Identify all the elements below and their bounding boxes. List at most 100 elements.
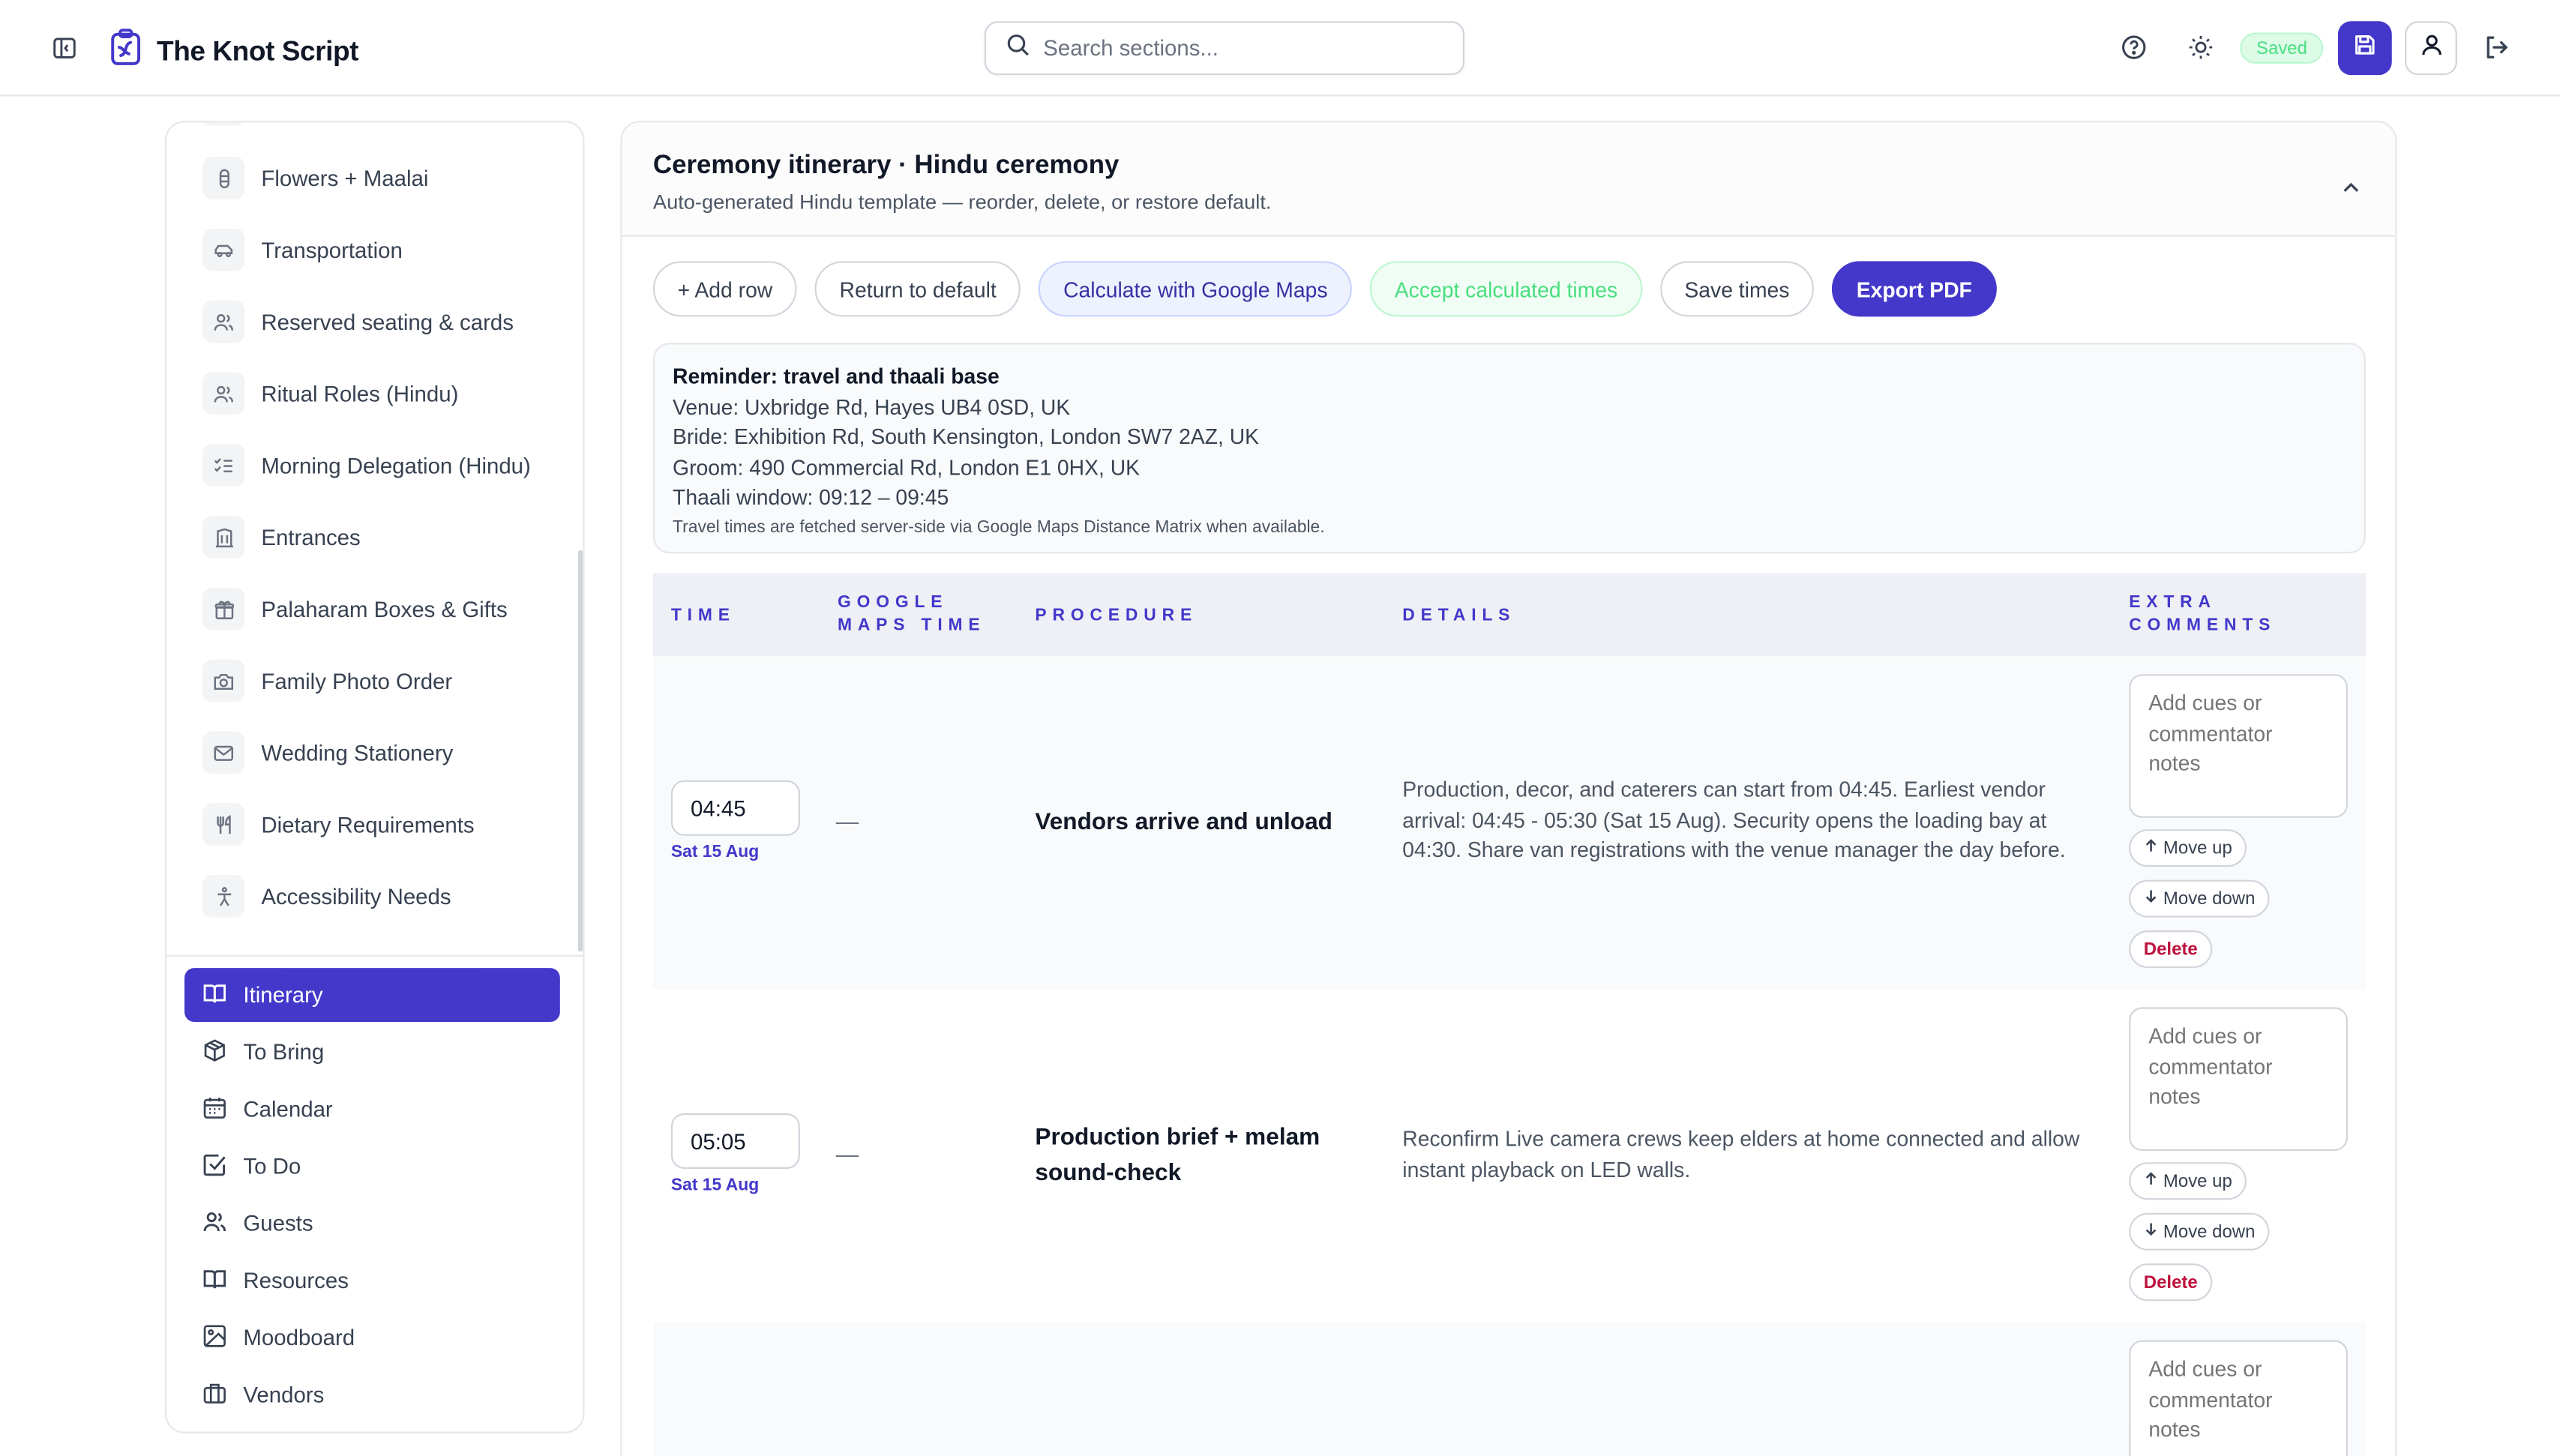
sidebar: Flowers + Maalai Transportation Reserved… [164, 121, 585, 1434]
chevron-up-icon[interactable] [2341, 173, 2361, 202]
nav-label: Resources [243, 1268, 349, 1293]
nav-guests[interactable]: Guests [184, 1197, 560, 1251]
nav-itinerary[interactable]: Itinerary [184, 968, 560, 1022]
reminder-note: Travel times are fetched server-side via… [673, 517, 1325, 538]
page-title: Ceremony itinerary · Hindu ceremony [652, 151, 1120, 180]
table-header: TIME GOOGLE MAPS TIME PROCEDURE DETAILS … [652, 573, 2366, 657]
accept-calculated-times-button[interactable]: Accept calculated times [1370, 261, 1642, 317]
sidebar-item-flowers[interactable]: Flowers + Maalai [202, 151, 428, 204]
time-date: Sat 15 Aug [670, 842, 760, 862]
sidebar-item-label: Accessibility Needs [261, 884, 451, 909]
sidebar-item-morning-delegation[interactable]: Morning Delegation (Hindu) [202, 439, 531, 492]
add-row-button[interactable]: + Add row [652, 261, 797, 317]
column-header-maps-line2: MAPS TIME [837, 615, 986, 635]
sidebar-item-dietary[interactable]: Dietary Requirements [202, 798, 475, 851]
reminder-bride: Bride: Exhibition Rd, South Kensington, … [673, 424, 1260, 450]
move-up-label: Move up [2163, 838, 2232, 858]
nav-resources[interactable]: Resources [184, 1254, 560, 1308]
sidebar-toggle-icon[interactable] [49, 33, 78, 62]
delete-row-button[interactable]: Delete [2129, 930, 2213, 969]
nav-label: Itinerary [243, 982, 323, 1008]
save-icon [2352, 31, 2377, 64]
reminder-thaali-window: Thaali window: 09:12 – 09:45 [673, 484, 949, 510]
calculate-google-maps-button[interactable]: Calculate with Google Maps [1039, 261, 1353, 317]
procedure-name: Vendors arrive and unload [1035, 809, 1332, 836]
flower-icon [202, 157, 245, 199]
sidebar-item-palaharam[interactable]: Palaharam Boxes & Gifts [202, 583, 508, 635]
procedure-details: Production, decor, and caterers can star… [1402, 777, 2066, 862]
nav-label: Vendors [243, 1383, 325, 1407]
arrow-down-icon [2144, 888, 2159, 909]
top-bar: The Knot Script Saved [0, 0, 2560, 97]
time-input[interactable]: 05:05 [670, 1113, 800, 1169]
move-down-button[interactable]: Move down [2129, 1212, 2271, 1251]
nav-moodboard[interactable]: Moodboard [184, 1311, 560, 1365]
nav-to-do[interactable]: To Do [184, 1140, 560, 1194]
nav-calendar[interactable]: Calendar [184, 1083, 560, 1137]
sidebar-item-label: Entrances [261, 525, 361, 550]
nav-label: To Bring [243, 1039, 325, 1065]
reminder-venue: Venue: Uxbridge Rd, Hayes UB4 0SD, UK [673, 394, 1071, 420]
search-input[interactable] [1043, 35, 1435, 61]
user-button[interactable] [2405, 21, 2457, 76]
sidebar-item-entrances[interactable]: Entrances [202, 511, 361, 563]
partial-section-item [202, 122, 245, 126]
search-bar[interactable] [984, 21, 1465, 76]
comment-input[interactable] [2129, 1007, 2348, 1151]
nav-label: Calendar [243, 1097, 333, 1122]
sidebar-item-ritual-roles[interactable]: Ritual Roles (Hindu) [202, 367, 458, 420]
sidebar-item-label: Reserved seating & cards [261, 309, 514, 334]
users-icon [202, 300, 245, 343]
nav-to-bring[interactable]: To Bring [184, 1025, 560, 1079]
save-button[interactable] [2337, 21, 2392, 76]
move-up-button[interactable]: Move up [2129, 1162, 2247, 1200]
column-header-details: DETAILS [1402, 605, 1516, 625]
save-times-button[interactable]: Save times [1659, 261, 1815, 317]
brand[interactable]: The Knot Script [108, 28, 358, 75]
move-down-button[interactable]: Move down [2129, 879, 2271, 918]
theme-toggle-icon[interactable] [2186, 33, 2215, 62]
sidebar-item-reserved-seating[interactable]: Reserved seating & cards [202, 295, 514, 348]
book-open-icon [202, 980, 227, 1009]
table-row [652, 1322, 2366, 1456]
move-up-label: Move up [2163, 1171, 2232, 1191]
calendar-icon [202, 1095, 227, 1124]
sections-list[interactable]: Flowers + Maalai Transportation Reserved… [166, 122, 583, 954]
package-icon [202, 1038, 227, 1067]
column-header-comments-line2: COMMENTS [2129, 615, 2277, 635]
nav-vendors[interactable]: Vendors [184, 1368, 560, 1422]
logo-icon [108, 28, 144, 75]
arrow-up-icon [2144, 837, 2159, 858]
briefcase-icon [202, 1380, 227, 1410]
time-input[interactable]: 04:45 [670, 780, 800, 836]
check-square-icon [202, 1152, 227, 1181]
comment-input[interactable] [2129, 1340, 2348, 1456]
sidebar-item-label: Morning Delegation (Hindu) [261, 453, 531, 478]
sidebar-item-label: Wedding Stationery [261, 740, 454, 765]
card-header[interactable]: Ceremony itinerary · Hindu ceremony Auto… [622, 122, 2396, 237]
delete-row-button[interactable]: Delete [2129, 1263, 2213, 1302]
help-icon[interactable] [2119, 33, 2148, 62]
sidebar-scrollbar[interactable] [577, 550, 583, 952]
comment-input[interactable] [2129, 674, 2348, 818]
maps-time-value: — [835, 1140, 859, 1167]
car-icon [202, 228, 245, 271]
user-icon [2419, 31, 2444, 64]
return-to-default-button[interactable]: Return to default [814, 261, 1021, 317]
sidebar-item-transportation[interactable]: Transportation [202, 223, 403, 276]
sidebar-item-label: Flowers + Maalai [261, 165, 429, 190]
table-row: 04:45 Sat 15 Aug — Vendors arrive and un… [652, 656, 2366, 990]
export-pdf-button[interactable]: Export PDF [1832, 261, 1997, 317]
itinerary-toolbar: + Add row Return to default Calculate wi… [652, 261, 1997, 317]
move-up-button[interactable]: Move up [2129, 829, 2247, 867]
travel-reminder-panel: Reminder: travel and thaali base Venue: … [652, 343, 2366, 554]
sidebar-item-family-photo[interactable]: Family Photo Order [202, 655, 452, 707]
users-icon [202, 372, 245, 415]
logout-icon[interactable] [2481, 33, 2511, 62]
sidebar-item-accessibility[interactable]: Accessibility Needs [202, 870, 451, 923]
sidebar-item-label: Palaharam Boxes & Gifts [261, 596, 508, 622]
sidebar-item-stationery[interactable]: Wedding Stationery [202, 727, 453, 779]
sidebar-item-label: Dietary Requirements [261, 812, 475, 837]
reminder-title: Reminder: travel and thaali base [673, 364, 1000, 389]
reminder-groom: Groom: 490 Commercial Rd, London E1 0HX,… [673, 454, 1141, 480]
